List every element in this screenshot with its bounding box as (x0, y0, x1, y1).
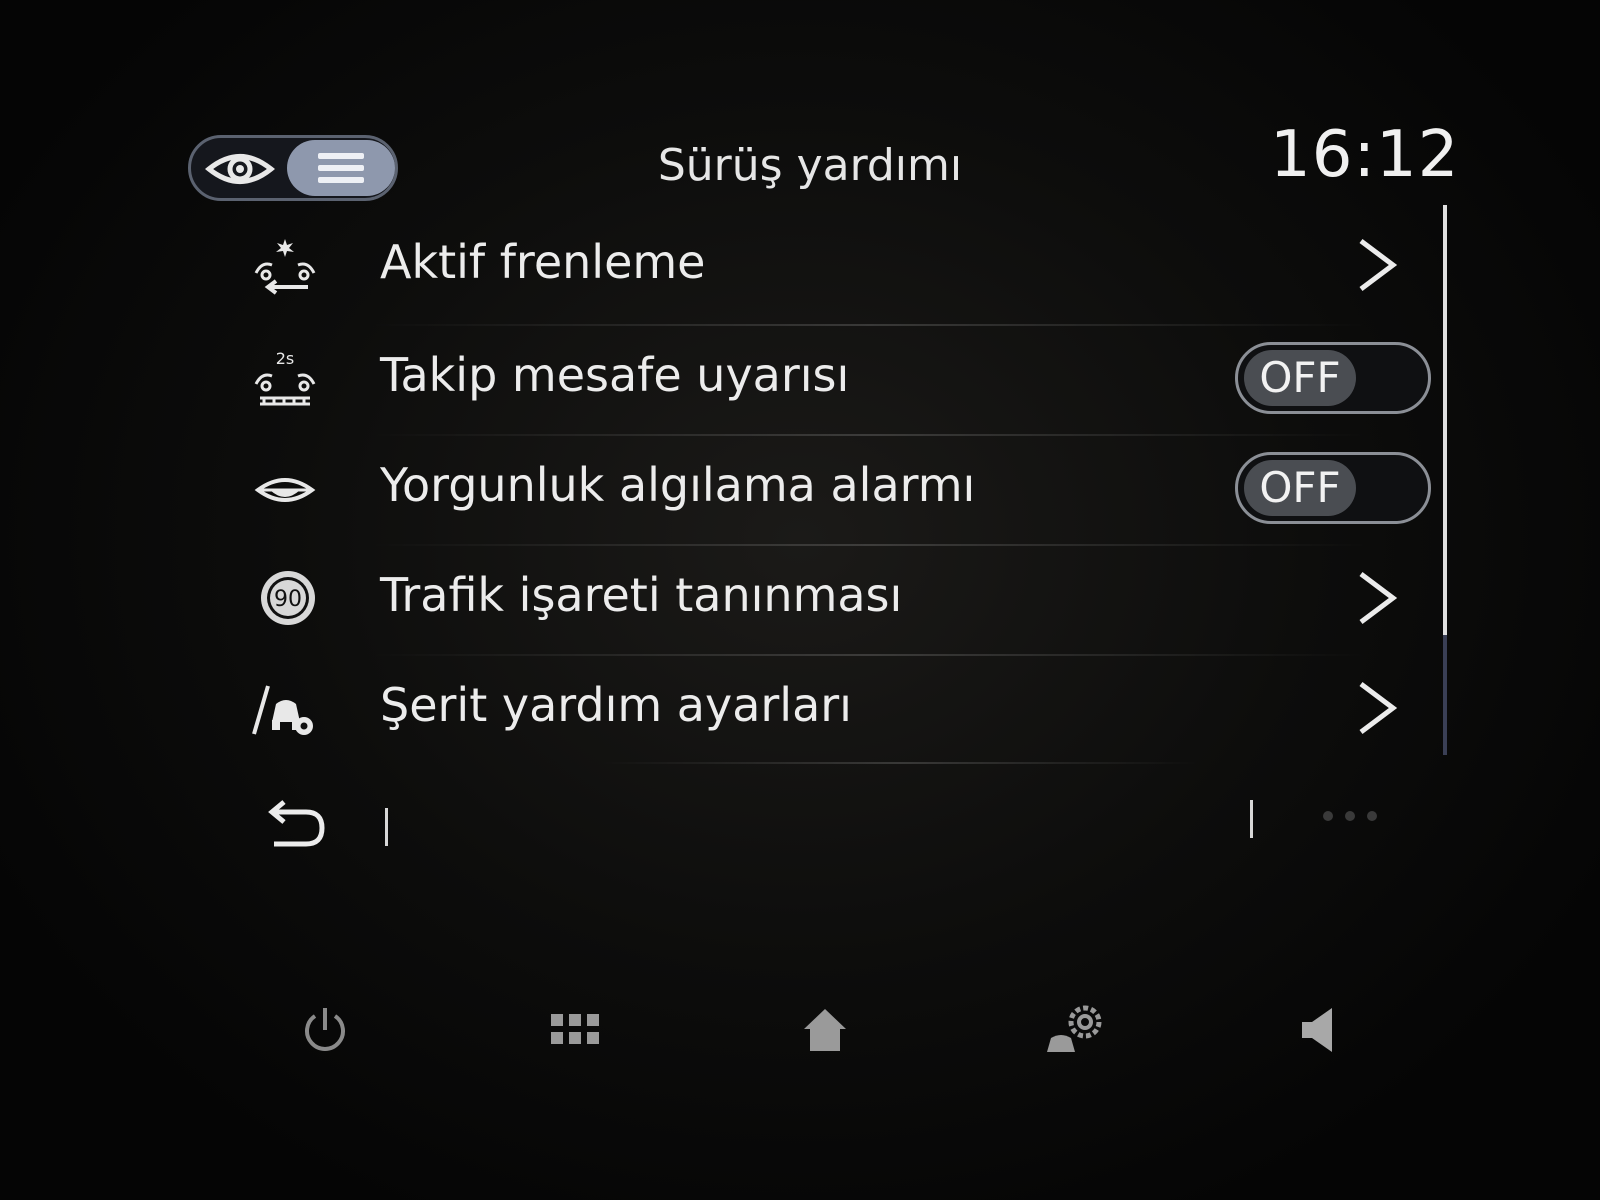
divider (370, 544, 1370, 546)
chevron-right-icon[interactable] (1355, 680, 1399, 736)
divider-mark (385, 808, 388, 846)
list-view-option[interactable] (287, 140, 395, 196)
fatigue-alarm-toggle[interactable]: OFF (1235, 452, 1431, 524)
divider (370, 654, 1370, 656)
menu-item-label: Şerit yardım ayarları (380, 678, 852, 732)
view-mode-switch[interactable] (188, 135, 398, 201)
menu-item-traffic-sign[interactable]: 90 Trafik işareti tanınması (240, 548, 1440, 648)
list-icon (318, 153, 364, 183)
toggle-state: OFF (1244, 460, 1356, 516)
divider-mark (1250, 800, 1253, 838)
distance-warning-icon: 2s (254, 349, 316, 406)
menu-item-lane-assist[interactable]: Şerit yardım ayarları (240, 658, 1440, 758)
bottom-navigation (0, 985, 1600, 1085)
menu-item-label: Takip mesafe uyarısı (380, 348, 850, 402)
svg-text:90: 90 (274, 587, 302, 612)
menu-item-fatigue-alarm[interactable]: Yorgunluk algılama alarmı OFF (240, 438, 1440, 538)
page-title: Sürüş yardımı (657, 140, 963, 191)
chevron-right-icon[interactable] (1355, 570, 1399, 626)
lane-assist-icon (252, 685, 313, 735)
power-icon (305, 1008, 345, 1051)
infotainment-screen: Sürüş yardımı 16:12 Aktif frenleme 2s Ta… (0, 0, 1600, 1200)
scrollbar-thumb[interactable] (1443, 205, 1447, 635)
car-settings-icon (1047, 1005, 1102, 1052)
divider (370, 324, 1370, 326)
divider (600, 762, 1200, 764)
apps-button[interactable] (530, 985, 620, 1075)
menu-item-active-braking[interactable]: Aktif frenleme (240, 215, 1440, 315)
divider (370, 434, 1370, 436)
clock: 16:12 (1270, 118, 1460, 192)
distance-warning-toggle[interactable]: OFF (1235, 342, 1431, 414)
fatigue-eye-icon (254, 478, 316, 502)
active-braking-icon (254, 239, 316, 295)
menu-item-label: Trafik işareti tanınması (380, 568, 903, 622)
back-arrow-icon[interactable] (260, 798, 330, 858)
toggle-state: OFF (1244, 350, 1356, 406)
menu-item-label: Yorgunluk algılama alarmı (380, 458, 976, 512)
speed-sign-icon: 90 (261, 571, 315, 625)
home-button[interactable] (780, 985, 870, 1075)
svg-text:2s: 2s (276, 349, 295, 368)
volume-button[interactable] (1275, 985, 1365, 1075)
driving-settings-button[interactable] (1030, 985, 1120, 1075)
eye-view-option[interactable] (205, 150, 275, 188)
scrollbar[interactable] (1443, 205, 1447, 755)
footer-bar (240, 780, 1440, 870)
eye-icon (205, 154, 275, 184)
power-button[interactable] (280, 985, 370, 1075)
chevron-right-icon[interactable] (1355, 237, 1399, 293)
menu-item-distance-warning[interactable]: 2s Takip mesafe uyarısı OFF (240, 328, 1440, 428)
home-icon (804, 1009, 846, 1051)
menu-item-label: Aktif frenleme (380, 235, 706, 289)
apps-grid-icon (551, 1014, 599, 1044)
speaker-icon (1302, 1008, 1332, 1052)
more-dots-icon[interactable] (1320, 808, 1380, 824)
